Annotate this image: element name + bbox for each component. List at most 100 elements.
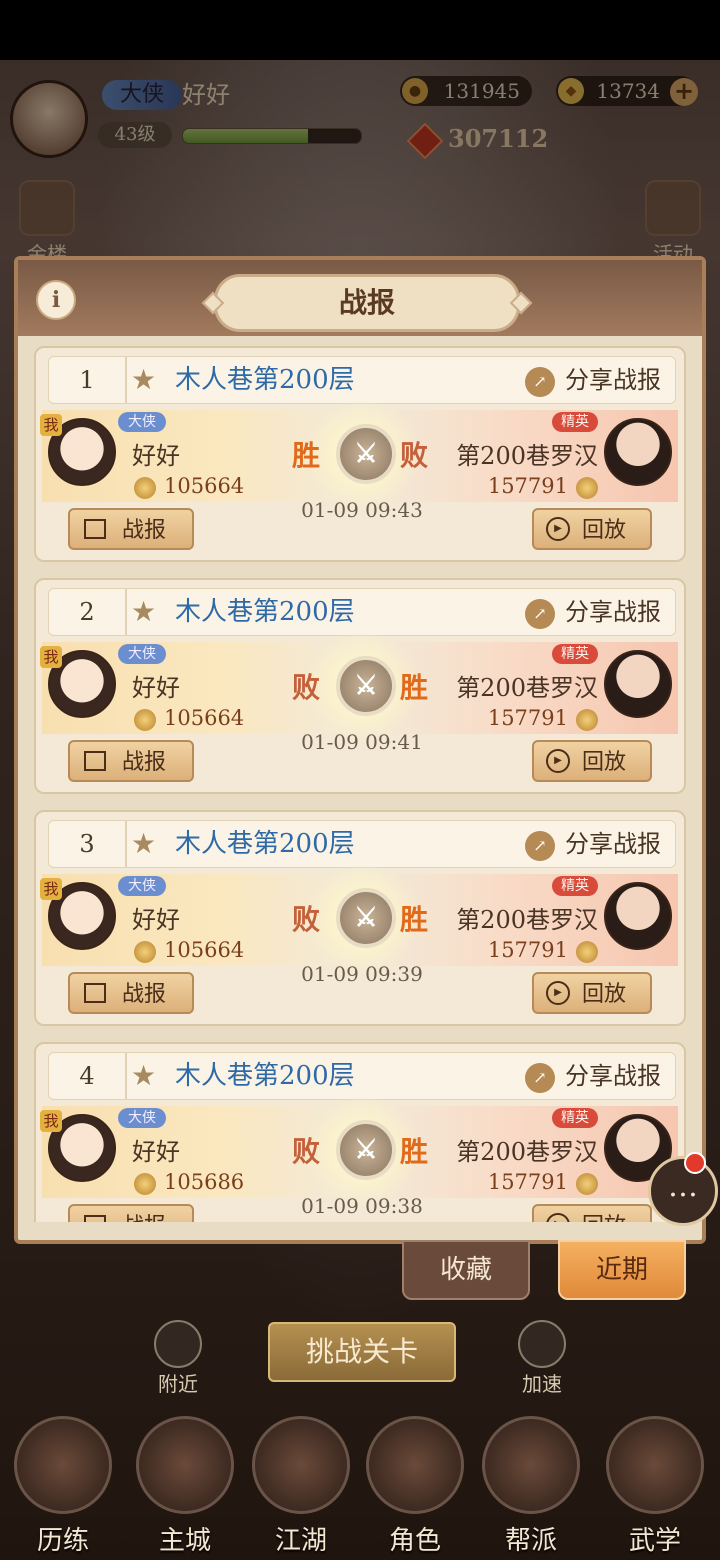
record-header: 1 ★ 木人巷第200层 ↗ 分享战报 — [48, 356, 676, 404]
view-report-label: 战报 — [122, 518, 167, 543]
list-icon — [84, 751, 106, 771]
record-index: 3 — [49, 821, 127, 867]
play-icon: ▶ — [546, 1213, 570, 1222]
opponent-avatar[interactable] — [604, 882, 672, 950]
opponent-result: 胜 — [400, 1135, 429, 1168]
share-report-button[interactable]: ↗ 分享战报 — [525, 357, 661, 403]
opponent-name: 第200巷罗汉 — [456, 674, 598, 702]
replay-button[interactable]: ▶ 回放 — [532, 1204, 652, 1222]
speed-icon — [518, 1320, 566, 1368]
battle-record-card: 1 ★ 木人巷第200层 ↗ 分享战报 我 大侠 好好 105664 胜 ⚔ 败 … — [34, 346, 686, 562]
list-icon — [84, 519, 106, 539]
power-icon — [134, 708, 156, 731]
player-power: 105686 — [134, 1170, 244, 1195]
elite-badge: 精英 — [552, 412, 598, 432]
crossed-swords-icon: ⚔ — [336, 656, 396, 716]
city-icon — [136, 1416, 234, 1514]
stage-name: 木人巷第200层 — [175, 829, 355, 859]
stage-name: 木人巷第200层 — [175, 597, 355, 627]
info-icon[interactable]: i — [36, 280, 76, 320]
battle-record-card: 2 ★ 木人巷第200层 ↗ 分享战报 我 大侠 好好 105664 败 ⚔ 胜 … — [34, 578, 686, 794]
player-power-value: 105664 — [164, 938, 245, 962]
play-icon: ▶ — [546, 517, 570, 541]
me-badge: 我 — [40, 414, 62, 436]
power-icon — [134, 476, 156, 499]
opponent-power-value: 157791 — [487, 474, 568, 498]
me-badge: 我 — [40, 646, 62, 668]
nav-jianghu[interactable]: 江湖 — [246, 1416, 356, 1557]
share-icon: ↗ — [525, 1062, 555, 1093]
training-icon — [14, 1416, 112, 1514]
record-header: 3 ★ 木人巷第200层 ↗ 分享战报 — [48, 820, 676, 868]
me-badge: 我 — [40, 878, 62, 900]
nav-character[interactable]: 角色 — [360, 1416, 470, 1557]
view-report-label: 战报 — [122, 1206, 166, 1222]
player-name: 好好 — [132, 442, 180, 470]
elite-badge: 精英 — [552, 1108, 598, 1128]
nav-martial-arts[interactable]: 武学 — [600, 1416, 710, 1557]
nav-main-city[interactable]: 主城 — [130, 1416, 240, 1557]
nav-training[interactable]: 历练 — [8, 1416, 118, 1557]
player-name: 好好 — [132, 674, 180, 702]
power-icon — [576, 476, 598, 499]
record-index: 1 — [49, 357, 127, 403]
challenge-stage-button[interactable]: 挑战关卡 — [268, 1322, 456, 1382]
opponent-name: 第200巷罗汉 — [456, 1138, 598, 1166]
elite-badge: 精英 — [552, 876, 598, 896]
tab-favorites[interactable]: 收藏 — [402, 1240, 530, 1300]
player-power: 105664 — [134, 938, 244, 963]
character-icon — [366, 1416, 464, 1514]
share-icon: ↗ — [525, 366, 555, 397]
battle-record-card: 3 ★ 木人巷第200层 ↗ 分享战报 我 大侠 好好 105664 败 ⚔ 胜 … — [34, 810, 686, 1026]
record-header: 4 ★ 木人巷第200层 ↗ 分享战报 — [48, 1052, 676, 1100]
view-report-button[interactable]: 战报 — [68, 740, 194, 782]
me-badge: 我 — [40, 1110, 62, 1132]
view-report-button[interactable]: 战报 — [68, 972, 194, 1014]
replay-label: 回放 — [582, 518, 627, 543]
star-icon: ★ — [131, 1059, 157, 1092]
share-icon: ↗ — [525, 830, 555, 861]
star-icon: ★ — [131, 363, 157, 396]
power-icon — [134, 940, 156, 963]
share-report-button[interactable]: ↗ 分享战报 — [525, 589, 661, 635]
share-report-label: 分享战报 — [565, 830, 661, 858]
crossed-swords-icon: ⚔ — [336, 424, 396, 484]
share-icon: ↗ — [525, 598, 555, 629]
nearby-label: 附近 — [158, 1372, 198, 1396]
nav-main-city-label: 主城 — [158, 1526, 211, 1556]
replay-label: 回放 — [582, 750, 627, 775]
opponent-avatar[interactable] — [604, 418, 672, 486]
replay-label: 回放 — [582, 982, 627, 1007]
tab-recent[interactable]: 近期 — [558, 1240, 686, 1300]
nav-martial-arts-label: 武学 — [628, 1526, 681, 1556]
chat-button[interactable]: … — [648, 1156, 718, 1226]
jianghu-icon — [252, 1416, 350, 1514]
nav-guild[interactable]: 帮派 — [476, 1416, 586, 1557]
crossed-swords-icon: ⚔ — [336, 1120, 396, 1180]
view-report-button[interactable]: 战报 — [68, 1204, 194, 1222]
nearby-button[interactable]: 附近 — [148, 1320, 208, 1397]
replay-button[interactable]: ▶ 回放 — [532, 972, 652, 1014]
opponent-avatar[interactable] — [604, 650, 672, 718]
opponent-name: 第200巷罗汉 — [456, 906, 598, 934]
bottom-nav: 历练 主城 江湖 角色 帮派 武学 — [0, 1400, 720, 1560]
battle-record-card: 4 ★ 木人巷第200层 ↗ 分享战报 我 大侠 好好 105686 败 ⚔ 胜 … — [34, 1042, 686, 1222]
opponent-power-value: 157791 — [487, 938, 568, 962]
speed-up-button[interactable]: 加速 — [512, 1320, 572, 1397]
power-icon — [576, 940, 598, 963]
share-report-button[interactable]: ↗ 分享战报 — [525, 1053, 661, 1099]
list-icon — [84, 983, 106, 1003]
battle-report-panel: i 战报 1 ★ 木人巷第200层 ↗ 分享战报 我 大侠 好好 105664 胜… — [14, 256, 706, 1244]
replay-button[interactable]: ▶ 回放 — [532, 508, 652, 550]
report-list[interactable]: 1 ★ 木人巷第200层 ↗ 分享战报 我 大侠 好好 105664 胜 ⚔ 败 … — [34, 346, 686, 1222]
chat-notification-dot — [684, 1152, 706, 1174]
elite-badge: 精英 — [552, 644, 598, 664]
view-report-button[interactable]: 战报 — [68, 508, 194, 550]
replay-button[interactable]: ▶ 回放 — [532, 740, 652, 782]
stage-name: 木人巷第200层 — [175, 365, 355, 395]
share-report-button[interactable]: ↗ 分享战报 — [525, 821, 661, 867]
player-result: 败 — [292, 671, 321, 704]
player-name: 好好 — [132, 1138, 180, 1166]
share-report-label: 分享战报 — [565, 598, 661, 626]
list-icon — [84, 1215, 106, 1222]
